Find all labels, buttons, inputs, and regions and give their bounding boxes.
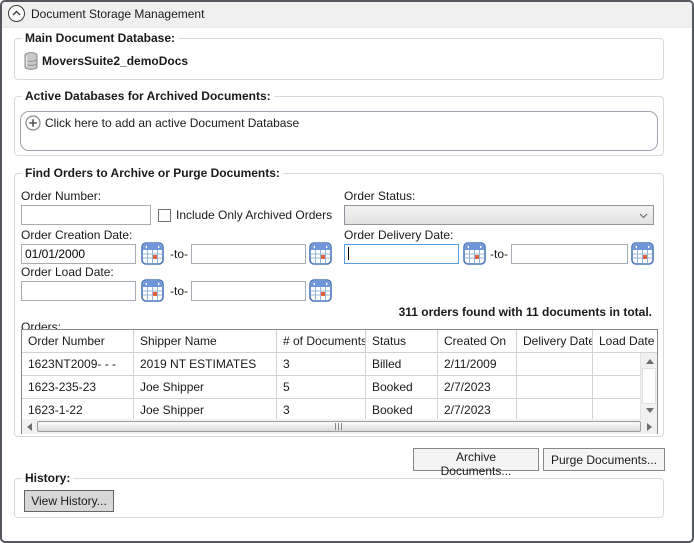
table-cell: 2/7/2023 bbox=[438, 376, 517, 398]
view-history-button[interactable]: View History... bbox=[24, 490, 114, 512]
calendar-icon bbox=[141, 242, 164, 265]
plus-icon bbox=[25, 115, 41, 131]
column-header-num-documents[interactable]: # of Documents bbox=[277, 330, 366, 352]
include-archived-checkbox[interactable] bbox=[158, 209, 171, 222]
delivery-date-from-input[interactable] bbox=[344, 244, 459, 264]
delivery-date-to-input[interactable] bbox=[511, 244, 628, 264]
history-group-label: History: bbox=[22, 471, 74, 485]
creation-date-from-input[interactable] bbox=[21, 244, 136, 264]
table-cell: Booked bbox=[366, 399, 438, 421]
vertical-scrollbar[interactable] bbox=[640, 353, 657, 419]
load-date-label: Order Load Date: bbox=[21, 265, 114, 279]
table-cell: Billed bbox=[366, 353, 438, 375]
scroll-right-icon[interactable] bbox=[647, 422, 652, 431]
table-cell: Joe Shipper bbox=[134, 399, 277, 421]
to-separator: -to- bbox=[170, 284, 188, 298]
orders-table-rows: 1623NT2009- - - 2019 NT ESTIMATES 3 Bill… bbox=[22, 353, 640, 422]
collapse-button[interactable] bbox=[8, 5, 25, 22]
calendar-icon bbox=[463, 242, 486, 265]
table-cell: 1623-1-22 bbox=[22, 399, 134, 421]
include-archived-label: Include Only Archived Orders bbox=[176, 208, 333, 222]
table-cell: 1623-235-23 bbox=[22, 376, 134, 398]
load-date-from-input[interactable] bbox=[21, 281, 136, 301]
table-cell: 3 bbox=[277, 399, 366, 421]
creation-to-calendar-button[interactable] bbox=[309, 242, 332, 265]
scrollbar-grip bbox=[335, 423, 344, 430]
find-orders-group-label: Find Orders to Archive or Purge Document… bbox=[22, 166, 283, 180]
calendar-icon bbox=[309, 279, 332, 302]
scroll-up-icon[interactable] bbox=[646, 359, 654, 364]
creation-from-calendar-button[interactable] bbox=[141, 242, 164, 265]
horizontal-scrollbar[interactable] bbox=[22, 419, 657, 434]
table-cell bbox=[593, 399, 640, 421]
horizontal-scrollbar-thumb[interactable] bbox=[37, 421, 641, 432]
creation-date-to-input[interactable] bbox=[191, 244, 306, 264]
table-cell: Booked bbox=[366, 376, 438, 398]
orders-table: Order Number Shipper Name # of Documents… bbox=[21, 329, 658, 434]
table-cell: 1623NT2009- - - bbox=[22, 353, 134, 375]
order-status-dropdown[interactable] bbox=[344, 205, 654, 225]
scroll-down-icon[interactable] bbox=[646, 408, 654, 413]
chevron-down-icon bbox=[639, 213, 648, 219]
load-date-to-input[interactable] bbox=[191, 281, 306, 301]
to-separator: -to- bbox=[170, 247, 188, 261]
active-databases-group-label: Active Databases for Archived Documents: bbox=[22, 89, 274, 103]
main-database-name: MoversSuite2_demoDocs bbox=[42, 54, 189, 68]
table-cell: 2019 NT ESTIMATES bbox=[134, 353, 277, 375]
delivery-date-label: Order Delivery Date: bbox=[344, 228, 454, 242]
table-cell: 2/11/2009 bbox=[438, 353, 517, 375]
purge-documents-button[interactable]: Purge Documents... bbox=[543, 448, 665, 471]
table-cell bbox=[593, 376, 640, 398]
chevron-up-icon bbox=[12, 10, 21, 16]
text-caret bbox=[348, 247, 349, 260]
column-header-status[interactable]: Status bbox=[366, 330, 438, 352]
table-cell: Joe Shipper bbox=[134, 376, 277, 398]
panel-title: Document Storage Management bbox=[31, 7, 205, 21]
table-cell: 5 bbox=[277, 376, 366, 398]
table-cell bbox=[593, 353, 640, 375]
order-status-label: Order Status: bbox=[344, 189, 416, 203]
table-row[interactable]: 1623NT2009- - - 2019 NT ESTIMATES 3 Bill… bbox=[22, 353, 640, 376]
table-cell: 3 bbox=[277, 353, 366, 375]
document-storage-management-panel: Document Storage Management Main Documen… bbox=[0, 0, 694, 543]
column-header-shipper-name[interactable]: Shipper Name bbox=[134, 330, 277, 352]
find-orders-group: Find Orders to Archive or Purge Document… bbox=[14, 166, 664, 437]
to-separator: -to- bbox=[490, 247, 508, 261]
column-header-load-date[interactable]: Load Date bbox=[593, 330, 657, 352]
order-number-label: Order Number: bbox=[21, 189, 102, 203]
add-database-button[interactable]: Click here to add an active Document Dat… bbox=[24, 114, 654, 133]
archive-documents-button[interactable]: Archive Documents... bbox=[413, 448, 539, 478]
calendar-icon bbox=[309, 242, 332, 265]
table-cell bbox=[517, 399, 593, 421]
delivery-from-calendar-button[interactable] bbox=[463, 242, 486, 265]
expander-header[interactable]: Document Storage Management bbox=[2, 2, 692, 28]
table-cell bbox=[517, 376, 593, 398]
order-number-input[interactable] bbox=[21, 205, 151, 225]
table-cell bbox=[517, 353, 593, 375]
calendar-icon bbox=[631, 242, 654, 265]
add-database-label: Click here to add an active Document Dat… bbox=[45, 116, 300, 130]
active-databases-list: Click here to add an active Document Dat… bbox=[20, 111, 658, 151]
orders-table-header: Order Number Shipper Name # of Documents… bbox=[22, 330, 657, 353]
results-summary: 311 orders found with 11 documents in to… bbox=[398, 305, 652, 319]
table-cell: 2/7/2023 bbox=[438, 399, 517, 421]
column-header-order-number[interactable]: Order Number bbox=[22, 330, 134, 352]
table-row[interactable]: 1623-235-23 Joe Shipper 5 Booked 2/7/202… bbox=[22, 376, 640, 399]
column-header-created-on[interactable]: Created On bbox=[438, 330, 517, 352]
active-databases-group: Active Databases for Archived Documents:… bbox=[14, 89, 664, 156]
calendar-icon bbox=[141, 279, 164, 302]
load-from-calendar-button[interactable] bbox=[141, 279, 164, 302]
history-group: History: View History... bbox=[14, 471, 664, 518]
delivery-to-calendar-button[interactable] bbox=[631, 242, 654, 265]
vertical-scrollbar-thumb[interactable] bbox=[642, 368, 656, 404]
main-database-group: Main Document Database: MoversSuite2_dem… bbox=[14, 31, 664, 80]
scroll-left-icon[interactable] bbox=[27, 422, 32, 431]
main-database-group-label: Main Document Database: bbox=[22, 31, 179, 45]
column-header-delivery-date[interactable]: Delivery Date bbox=[517, 330, 593, 352]
load-to-calendar-button[interactable] bbox=[309, 279, 332, 302]
creation-date-label: Order Creation Date: bbox=[21, 228, 133, 242]
database-icon bbox=[24, 52, 38, 73]
